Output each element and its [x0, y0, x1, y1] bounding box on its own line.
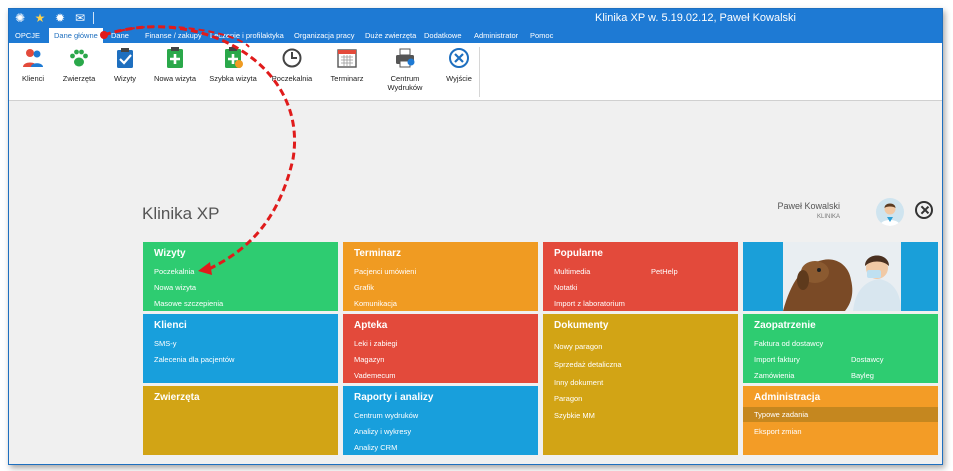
annotation-arrow — [100, 25, 297, 275]
app-window: ✺ ★ ✹ ✉ Klinika XP w. 5.19.02.12, Paweł … — [8, 8, 943, 465]
